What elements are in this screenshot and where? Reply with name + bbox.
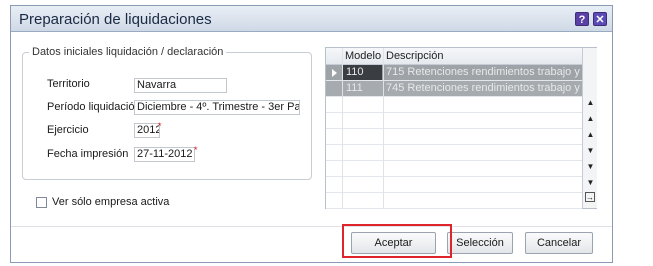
down-icon[interactable]: ▼ — [584, 144, 597, 157]
territorio-field[interactable]: Navarra — [134, 78, 227, 93]
ejercicio-label: Ejercicio — [47, 124, 89, 136]
empty-row — [326, 113, 582, 129]
close-icon[interactable]: ✕ — [593, 12, 607, 26]
up-icon[interactable]: ▲ — [584, 128, 597, 141]
export-icon[interactable]: → — [585, 192, 595, 202]
grid-nav-column: ▲ ▲ ▲ ▼ ▼ ▼ → — [582, 48, 597, 208]
fecha-required-mark: * — [194, 145, 198, 155]
highlight-box — [342, 224, 452, 258]
empty-row — [326, 161, 582, 177]
empty-row — [326, 97, 582, 113]
row-pointer-icon — [332, 69, 337, 77]
fecha-field[interactable]: 27-11-2012 — [134, 147, 195, 162]
column-divider — [383, 48, 384, 208]
active-company-checkbox-label: Ver sólo empresa activa — [52, 196, 170, 208]
first-icon[interactable]: ▲ — [584, 96, 597, 109]
periodo-label: Período liquidación — [47, 101, 141, 113]
cancelar-button[interactable]: Cancelar — [525, 232, 593, 254]
cell-modelo: 111 — [346, 82, 363, 94]
page-down-icon[interactable]: ▼ — [584, 160, 597, 173]
empty-row — [326, 129, 582, 145]
title-bar: Preparación de liquidaciones ? ✕ — [11, 6, 612, 32]
ejercicio-required-mark: * — [158, 121, 162, 131]
group-legend: Datos iniciales liquidación / declaració… — [29, 46, 227, 58]
cell-modelo: 110 — [346, 66, 364, 78]
last-icon[interactable]: ▼ — [584, 176, 597, 189]
cell-descripcion: 715 Retenciones rendimientos trabajo y o… — [386, 66, 580, 78]
help-icon[interactable]: ? — [575, 12, 589, 26]
page-up-icon[interactable]: ▲ — [584, 112, 597, 125]
periodo-field[interactable]: Diciembre - 4º. Trimestre - 3er Pago a — [134, 100, 300, 115]
cell-descripcion: 745 Retenciones rendimientos trabajo y o… — [386, 82, 580, 94]
empty-row — [326, 177, 582, 193]
grid-row[interactable]: 110 715 Retenciones rendimientos trabajo… — [326, 65, 582, 81]
models-grid: Modelo Descripción 110 715 Retenciones r… — [325, 47, 597, 209]
footer-divider — [11, 226, 612, 227]
column-header-descripcion[interactable]: Descripción — [386, 50, 443, 62]
column-header-modelo[interactable]: Modelo — [345, 50, 381, 62]
fecha-label: Fecha impresión — [47, 148, 129, 160]
grid-row[interactable]: 111 745 Retenciones rendimientos trabajo… — [326, 81, 582, 97]
window-title: Preparación de liquidaciones — [19, 11, 212, 28]
empty-row — [326, 193, 582, 209]
seleccion-button[interactable]: Selección — [447, 232, 513, 254]
territorio-label: Territorio — [47, 78, 90, 90]
grid-header: Modelo Descripción — [326, 48, 582, 65]
ejercicio-field[interactable]: 2012 — [134, 123, 160, 138]
empty-row — [326, 145, 582, 161]
column-divider — [342, 48, 343, 208]
active-company-checkbox[interactable] — [36, 197, 47, 208]
